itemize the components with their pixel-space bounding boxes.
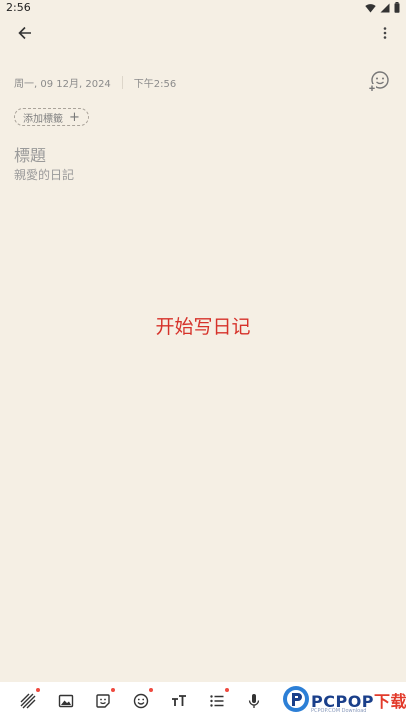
text-size-button[interactable] bbox=[168, 690, 190, 712]
body-input[interactable]: 親愛的日記 bbox=[14, 166, 74, 183]
text-size-icon bbox=[172, 695, 186, 706]
badge-dot bbox=[111, 688, 115, 692]
title-input[interactable]: 標題 bbox=[14, 142, 46, 166]
add-tag-label: 添加標籤 bbox=[23, 113, 63, 125]
badge-dot bbox=[149, 688, 153, 692]
more-vertical-icon bbox=[383, 27, 387, 39]
back-button[interactable] bbox=[14, 22, 36, 44]
watermark-suffix: 下载 bbox=[374, 692, 406, 711]
background-icon bbox=[20, 693, 36, 709]
status-time: 2:56 bbox=[6, 1, 31, 14]
status-bar: 2:56 bbox=[0, 0, 406, 16]
badge-dot bbox=[36, 688, 40, 692]
add-tag-chip[interactable]: 添加標籤 + bbox=[14, 108, 89, 126]
entry-date[interactable]: 周一, 09 12月, 2024 bbox=[14, 75, 111, 90]
emoji-icon bbox=[133, 693, 149, 709]
date-divider bbox=[121, 76, 123, 89]
wifi-icon bbox=[365, 3, 376, 12]
image-button[interactable] bbox=[55, 690, 77, 712]
image-icon bbox=[58, 694, 74, 708]
background-button[interactable] bbox=[17, 688, 40, 712]
battery-icon bbox=[394, 2, 400, 13]
app-bar bbox=[0, 16, 406, 50]
add-mood-button[interactable] bbox=[368, 70, 390, 92]
watermark-subtext: PCPOP.COM Download bbox=[311, 708, 367, 714]
pcpop-logo-icon bbox=[283, 686, 309, 712]
status-icons bbox=[365, 2, 400, 13]
arrow-left-icon bbox=[18, 26, 31, 40]
list-icon bbox=[210, 695, 224, 707]
sticker-icon bbox=[96, 694, 110, 708]
list-button[interactable] bbox=[206, 688, 229, 712]
voice-button[interactable] bbox=[243, 690, 265, 712]
entry-date-row: 周一, 09 12月, 2024 下午2:56 bbox=[14, 75, 176, 90]
entry-time[interactable]: 下午2:56 bbox=[134, 75, 176, 90]
pcpop-watermark: PCPOP下载 PCPOP.COM Download bbox=[281, 684, 406, 718]
microphone-icon bbox=[248, 694, 260, 708]
start-writing-caption: 开始写日记 bbox=[155, 316, 251, 338]
plus-icon: + bbox=[69, 109, 80, 125]
badge-dot bbox=[225, 688, 229, 692]
emoji-add-icon bbox=[368, 71, 389, 92]
emoji-button[interactable] bbox=[130, 688, 153, 712]
more-options-button[interactable] bbox=[378, 22, 392, 44]
sticker-button[interactable] bbox=[92, 688, 115, 712]
cellular-icon bbox=[380, 3, 390, 12]
